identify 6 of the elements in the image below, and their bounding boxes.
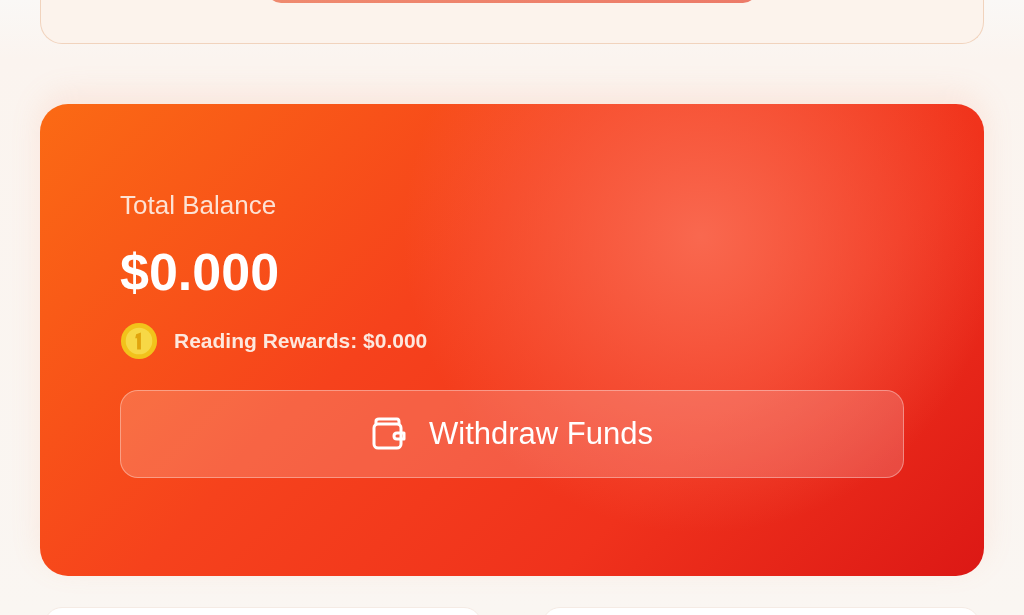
withdraw-button[interactable]: Withdraw Funds — [120, 390, 904, 478]
wallet-icon — [371, 416, 407, 452]
reading-rewards-text: Reading Rewards: $0.000 — [174, 329, 428, 353]
coin-icon — [120, 322, 158, 360]
balance-amount: $0.000 — [120, 242, 280, 302]
balance-label: Total Balance — [120, 190, 277, 220]
